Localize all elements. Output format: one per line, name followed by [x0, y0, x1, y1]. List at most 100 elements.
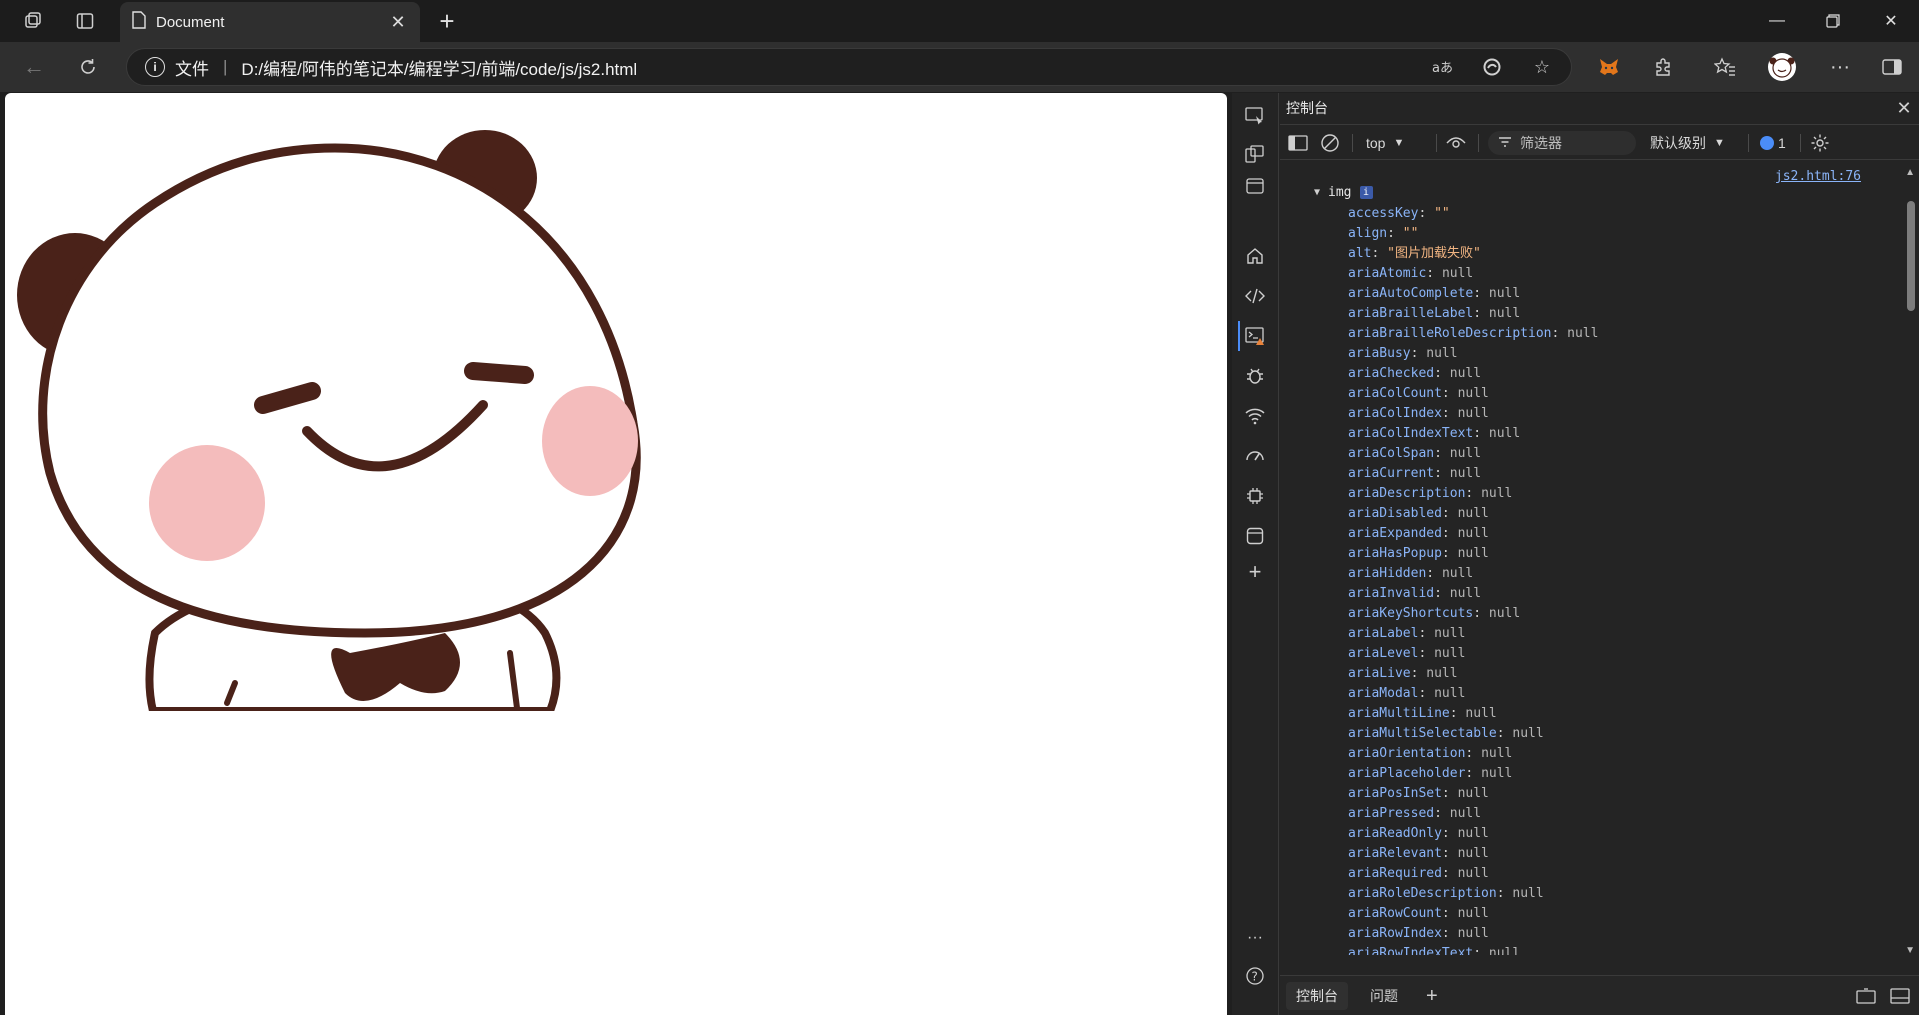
clear-console-icon[interactable] — [1320, 130, 1340, 156]
more-tools-plus-icon[interactable]: + — [1238, 557, 1272, 587]
more-menu-icon[interactable]: ··· — [1238, 923, 1272, 953]
drawer-add-tab-icon[interactable]: + — [1416, 982, 1448, 1010]
console-settings-gear-icon[interactable] — [1810, 130, 1830, 156]
scrollbar-thumb[interactable] — [1907, 201, 1915, 311]
property-row[interactable]: ariaKeyShortcuts: null — [1348, 604, 1598, 624]
property-row[interactable]: ariaPlaceholder: null — [1348, 764, 1598, 784]
new-tab-button[interactable]: + — [430, 6, 464, 36]
property-row[interactable]: ariaColSpan: null — [1348, 444, 1598, 464]
property-row[interactable]: accessKey: "" — [1348, 204, 1598, 224]
memory-chip-icon[interactable] — [1238, 481, 1272, 511]
application-icon[interactable] — [1238, 521, 1272, 551]
property-value: null — [1449, 806, 1482, 821]
scroll-up-arrow-icon[interactable]: ▲ — [1905, 167, 1915, 178]
property-row[interactable]: ariaAtomic: null — [1348, 264, 1598, 284]
close-window-icon[interactable]: ✕ — [1868, 0, 1914, 42]
property-row[interactable]: ariaModal: null — [1348, 684, 1598, 704]
property-row[interactable]: ariaInvalid: null — [1348, 584, 1598, 604]
property-row[interactable]: ariaDescription: null — [1348, 484, 1598, 504]
performance-icon[interactable] — [1238, 441, 1272, 471]
favorite-star-icon[interactable]: ☆ — [1525, 50, 1559, 84]
network-wifi-icon[interactable] — [1238, 401, 1272, 431]
workspaces-icon[interactable] — [16, 6, 50, 36]
info-icon[interactable]: i — [1359, 186, 1373, 199]
refresh-icon[interactable] — [70, 50, 106, 84]
property-row[interactable]: ariaBrailleRoleDescription: null — [1348, 324, 1598, 344]
more-options-icon[interactable]: ··· — [1820, 50, 1860, 84]
property-row[interactable]: ariaColCount: null — [1348, 384, 1598, 404]
property-row[interactable]: ariaRelevant: null — [1348, 844, 1598, 864]
debugger-bug-icon[interactable] — [1238, 361, 1272, 391]
expand-triangle-icon[interactable]: ▼ — [1314, 187, 1320, 198]
property-row[interactable]: ariaRoleDescription: null — [1348, 884, 1598, 904]
inspect-element-icon[interactable] — [1238, 101, 1272, 131]
property-row[interactable]: ariaLive: null — [1348, 664, 1598, 684]
property-row[interactable]: ariaOrientation: null — [1348, 744, 1598, 764]
property-key: ariaHasPopup — [1348, 546, 1442, 561]
drawer-tab-issues[interactable]: 问题 — [1360, 982, 1408, 1010]
elements-code-icon[interactable] — [1238, 281, 1272, 311]
property-row[interactable]: ariaBusy: null — [1348, 344, 1598, 364]
read-aloud-icon[interactable]: aあ — [1426, 50, 1460, 84]
property-row[interactable]: ariaLevel: null — [1348, 644, 1598, 664]
property-row[interactable]: ariaHasPopup: null — [1348, 544, 1598, 564]
property-row[interactable]: align: "" — [1348, 224, 1598, 244]
tab-document[interactable]: Document ✕ — [120, 2, 420, 42]
property-row[interactable]: ariaPosInSet: null — [1348, 784, 1598, 804]
live-expression-eye-icon[interactable] — [1446, 130, 1466, 156]
property-row[interactable]: ariaMultiLine: null — [1348, 704, 1598, 724]
property-row[interactable]: ariaLabel: null — [1348, 624, 1598, 644]
close-devtools-icon[interactable]: ✕ — [1893, 97, 1915, 119]
property-value: null — [1434, 626, 1466, 641]
property-colon: : — [1441, 386, 1458, 401]
scroll-down-arrow-icon[interactable]: ▼ — [1905, 945, 1915, 956]
property-row[interactable]: ariaHidden: null — [1348, 564, 1598, 584]
restore-icon[interactable] — [1810, 0, 1856, 42]
console-tool-icon[interactable] — [1238, 321, 1272, 351]
drawer-tab-console[interactable]: 控制台 — [1286, 982, 1348, 1010]
tab-close-icon[interactable]: ✕ — [388, 12, 408, 33]
property-row[interactable]: ariaChecked: null — [1348, 364, 1598, 384]
metamask-extension-icon[interactable] — [1589, 50, 1629, 84]
property-row[interactable]: ariaDisabled: null — [1348, 504, 1598, 524]
filter-input[interactable]: 筛选器 — [1488, 131, 1636, 155]
sidebar-toggle-icon[interactable] — [1872, 50, 1912, 84]
dock-toggle-icon[interactable] — [1238, 171, 1272, 201]
property-row[interactable]: ariaExpanded: null — [1348, 524, 1598, 544]
context-selector[interactable]: top ▼ — [1366, 130, 1404, 156]
property-row[interactable]: ariaCurrent: null — [1348, 464, 1598, 484]
property-value: null — [1426, 346, 1458, 361]
message-count-badge[interactable]: 1 — [1760, 130, 1786, 156]
help-icon[interactable]: ? — [1238, 961, 1272, 991]
property-row[interactable]: ariaRequired: null — [1348, 864, 1598, 884]
sidebar-toggle-console-icon[interactable] — [1288, 130, 1308, 156]
address-bar[interactable]: i 文件 | D:/编程/阿伟的笔记本/编程学习/前端/code/js/js2.… — [126, 48, 1572, 86]
favorites-list-icon[interactable] — [1705, 50, 1745, 84]
property-row[interactable]: ariaRowIndexText: null — [1348, 944, 1598, 955]
property-value: null — [1512, 726, 1544, 741]
site-info-icon[interactable]: i — [145, 57, 165, 77]
property-row[interactable]: ariaColIndexText: null — [1348, 424, 1598, 444]
property-row[interactable]: ariaAutoComplete: null — [1348, 284, 1598, 304]
close-drawer-icon[interactable] — [1880, 982, 1919, 1010]
profile-avatar[interactable] — [1762, 50, 1802, 84]
browser-essentials-icon[interactable] — [1475, 50, 1509, 84]
source-link[interactable]: js2.html:76 — [1775, 169, 1861, 184]
vertical-tabs-icon[interactable] — [68, 6, 102, 36]
welcome-home-icon[interactable] — [1238, 241, 1272, 271]
property-row[interactable]: ariaRowCount: null — [1348, 904, 1598, 924]
back-arrow-icon[interactable]: ← — [16, 50, 52, 84]
property-row[interactable]: ariaReadOnly: null — [1348, 824, 1598, 844]
object-header[interactable]: ▼ img i — [1314, 185, 1373, 200]
property-row[interactable]: ariaBrailleLabel: null — [1348, 304, 1598, 324]
minimize-icon[interactable]: — — [1754, 0, 1800, 42]
property-row[interactable]: ariaColIndex: null — [1348, 404, 1598, 424]
property-row[interactable]: ariaMultiSelectable: null — [1348, 724, 1598, 744]
property-row[interactable]: ariaPressed: null — [1348, 804, 1598, 824]
log-level-selector[interactable]: 默认级别 ▼ — [1650, 130, 1725, 156]
extensions-puzzle-icon[interactable] — [1643, 50, 1683, 84]
property-row[interactable]: ariaRowIndex: null — [1348, 924, 1598, 944]
property-row[interactable]: alt: "图片加载失败" — [1348, 244, 1598, 264]
property-value: null — [1441, 566, 1474, 581]
device-emulation-icon[interactable] — [1238, 139, 1272, 169]
